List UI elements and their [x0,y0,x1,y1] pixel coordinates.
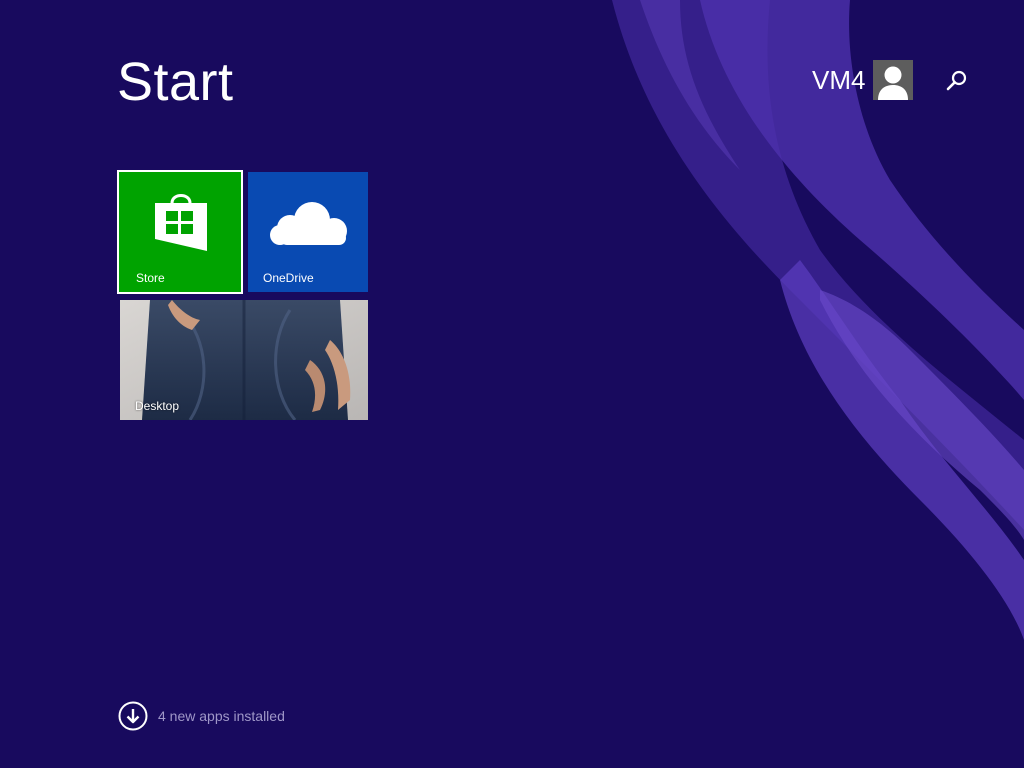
tile-onedrive[interactable]: OneDrive [248,172,368,292]
search-button[interactable] [942,66,972,96]
notification-text: 4 new apps installed [158,708,285,724]
tile-store[interactable]: Store [117,170,243,294]
tile-desktop-label: Desktop [135,399,180,413]
page-title: Start [117,52,234,112]
store-bag-icon [155,194,207,251]
tile-store-label: Store [136,271,165,285]
tile-onedrive-label: OneDrive [263,271,314,285]
new-apps-notification[interactable]: 4 new apps installed [118,701,285,731]
user-silhouette-icon [873,60,914,100]
cloud-icon [270,202,347,245]
tile-desktop[interactable]: Desktop [120,300,368,420]
search-icon [946,70,967,91]
download-arrow-icon [118,701,148,731]
user-name: VM4 [812,65,866,95]
user-account-button[interactable]: VM4 [812,60,914,100]
